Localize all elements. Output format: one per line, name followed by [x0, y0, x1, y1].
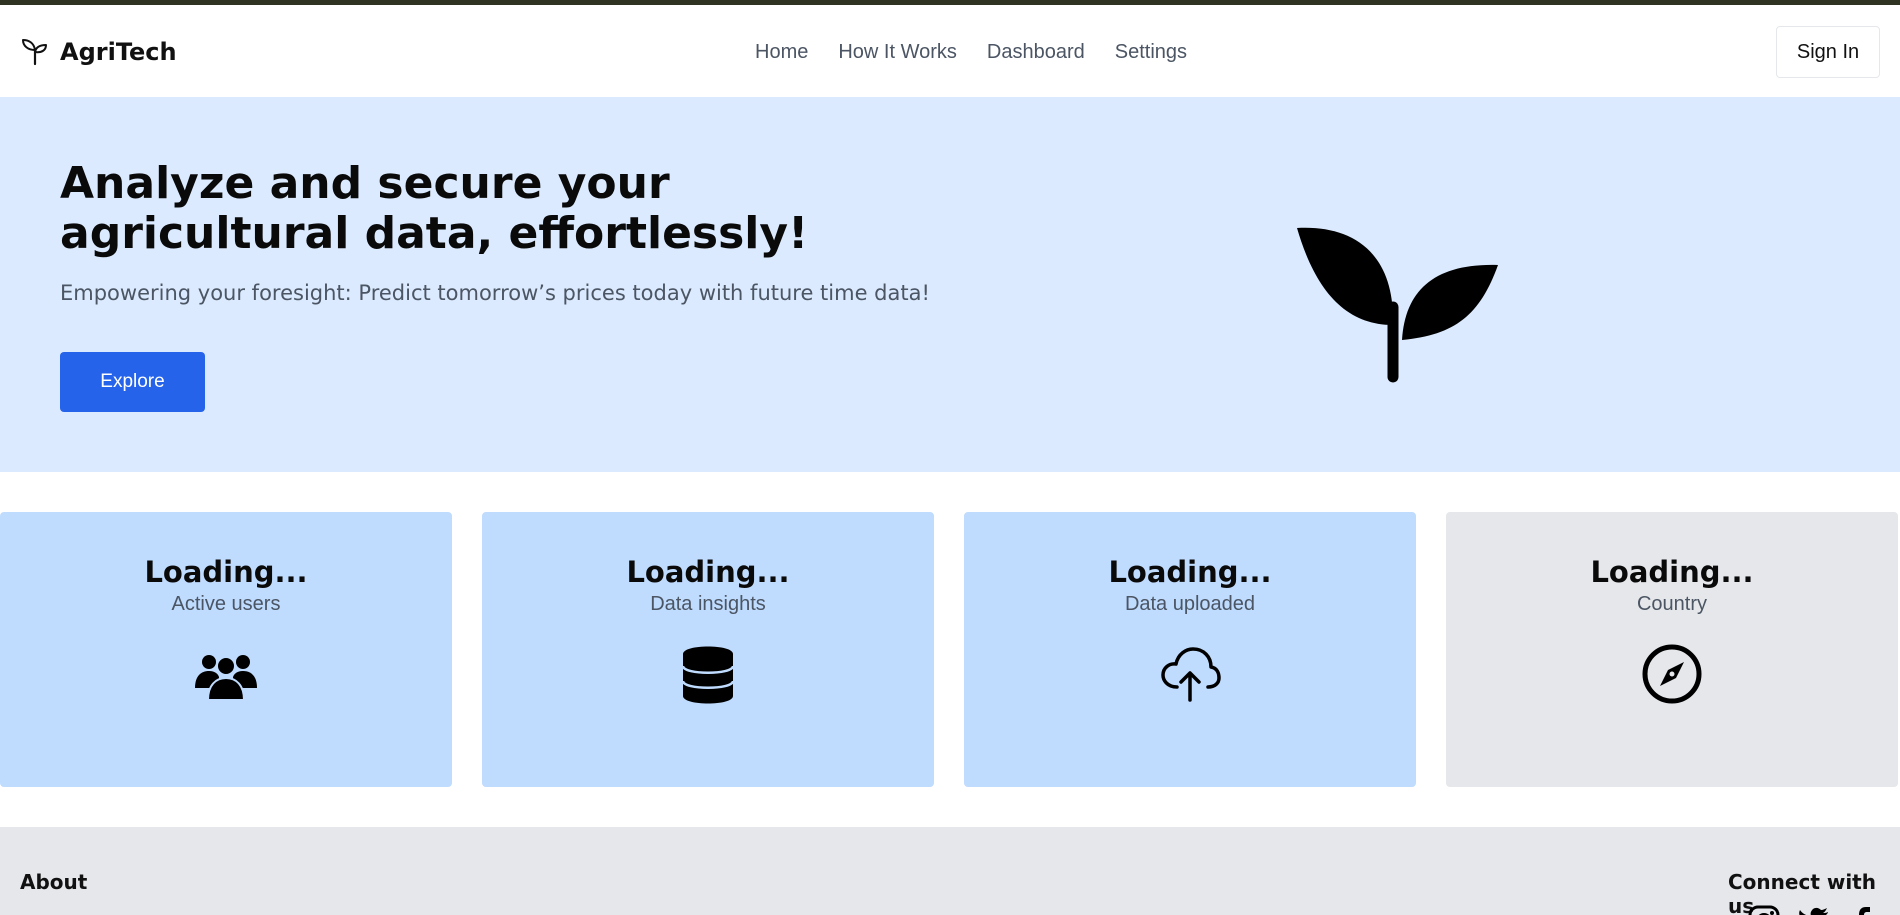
cloud-upload-icon [1161, 647, 1221, 702]
sprout-icon [22, 39, 47, 66]
stat-card-data-uploaded: Loading... Data uploaded [964, 512, 1416, 787]
site-footer: About Connect with us [0, 827, 1900, 915]
nav-item-how-it-works[interactable]: How It Works [838, 41, 957, 64]
twitter-icon[interactable] [1798, 905, 1830, 915]
stat-value: Loading... [1108, 555, 1272, 589]
stat-card-active-users: Loading... Active users [0, 512, 452, 787]
stat-label: Data uploaded [1124, 593, 1256, 615]
instagram-icon[interactable] [1748, 905, 1780, 915]
stat-card-country: Loading... Country [1446, 512, 1898, 787]
hero-subtitle: Empowering your foresight: Predict tomor… [60, 281, 930, 305]
nav-item-home[interactable]: Home [755, 41, 808, 64]
nav-item-settings[interactable]: Settings [1115, 41, 1187, 64]
stat-value: Loading... [144, 555, 308, 589]
main-nav: Home How It Works Dashboard Settings [755, 41, 1217, 64]
facebook-icon[interactable] [1848, 905, 1880, 915]
sign-in-button[interactable]: Sign In [1776, 26, 1880, 78]
stat-value: Loading... [626, 555, 790, 589]
stat-label: Country [1636, 593, 1708, 615]
sprout-icon [1297, 227, 1498, 383]
footer-about-heading: About [20, 870, 88, 894]
stats-section: Loading... Active users Loading... Data … [0, 512, 1900, 787]
hero-section: Analyze and secure your agricultural dat… [0, 97, 1900, 472]
brand-logo[interactable]: AgriTech [22, 38, 177, 66]
users-icon [195, 655, 257, 701]
hero-title: Analyze and secure your agricultural dat… [60, 158, 809, 259]
stat-label: Data insights [650, 593, 766, 615]
database-icon [681, 646, 735, 704]
explore-button[interactable]: Explore [60, 352, 205, 412]
stat-label: Active users [171, 593, 281, 615]
brand-name: AgriTech [60, 38, 177, 66]
site-header: AgriTech Home How It Works Dashboard Set… [0, 5, 1900, 97]
nav-item-dashboard[interactable]: Dashboard [987, 41, 1085, 64]
stat-card-data-insights: Loading... Data insights [482, 512, 934, 787]
stat-value: Loading... [1590, 555, 1754, 589]
compass-icon [1642, 644, 1702, 704]
